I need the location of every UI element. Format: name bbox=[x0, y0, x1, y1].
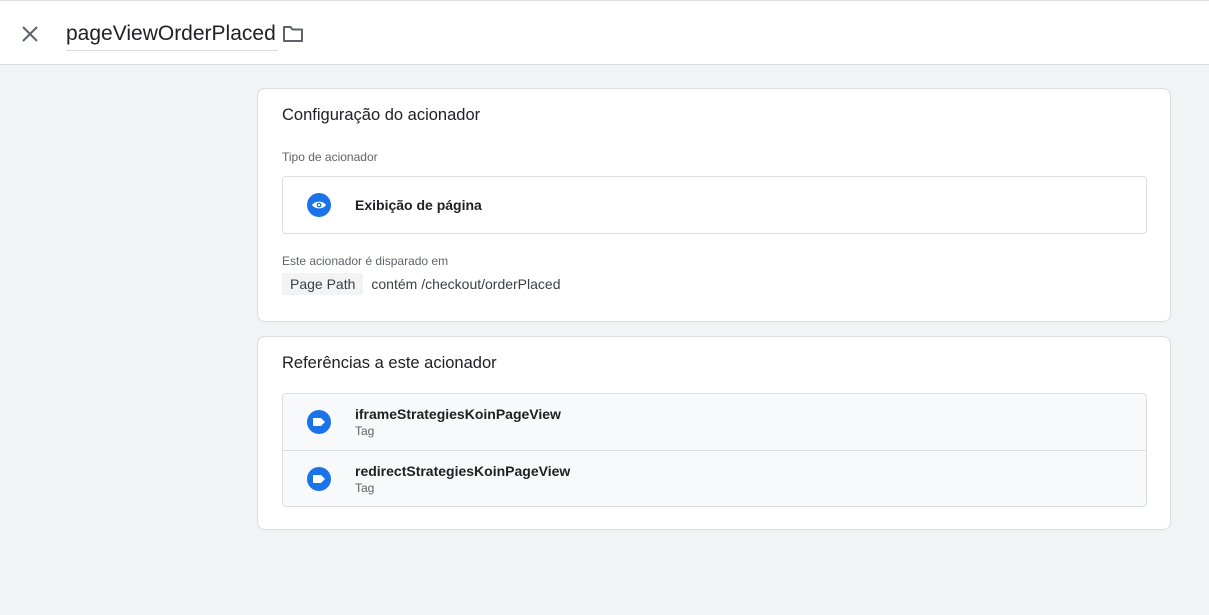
list-item[interactable]: iframeStrategiesKoinPageView Tag bbox=[283, 394, 1146, 450]
close-button[interactable] bbox=[14, 18, 46, 50]
reference-list: iframeStrategiesKoinPageView Tag redirec… bbox=[282, 393, 1147, 507]
tag-icon bbox=[307, 410, 331, 434]
eye-icon bbox=[307, 193, 331, 217]
close-icon bbox=[22, 26, 38, 42]
trigger-type-selector[interactable]: Exibição de página bbox=[282, 176, 1147, 234]
reference-name: iframeStrategiesKoinPageView bbox=[355, 406, 561, 422]
folder-icon bbox=[283, 26, 303, 42]
folder-button[interactable] bbox=[280, 22, 306, 46]
trigger-configuration-card: Configuração do acionador Tipo de aciona… bbox=[257, 88, 1171, 322]
tag-icon bbox=[307, 466, 331, 491]
reference-name: redirectStrategiesKoinPageView bbox=[355, 462, 571, 479]
firing-condition: Page Path contém /checkout/orderPlaced bbox=[282, 273, 561, 295]
header-bar: pageViewOrderPlaced bbox=[0, 0, 1209, 65]
reference-type: Tag bbox=[355, 424, 375, 438]
trigger-name-field[interactable]: pageViewOrderPlaced bbox=[66, 19, 278, 51]
trigger-references-card: Referências a este acionador iframeStrat… bbox=[257, 336, 1171, 530]
card-title: Configuração do acionador bbox=[282, 106, 481, 124]
trigger-type-label: Tipo de acionador bbox=[282, 150, 378, 164]
list-item[interactable]: redirectStrategiesKoinPageView Tag bbox=[283, 450, 1146, 506]
reference-type: Tag bbox=[355, 480, 375, 495]
card-title: Referências a este acionador bbox=[282, 354, 497, 372]
condition-expression: contém /checkout/orderPlaced bbox=[371, 276, 561, 292]
trigger-type-name: Exibição de página bbox=[355, 197, 482, 213]
fires-on-label: Este acionador é disparado em bbox=[282, 254, 449, 268]
condition-variable-chip: Page Path bbox=[282, 273, 364, 295]
